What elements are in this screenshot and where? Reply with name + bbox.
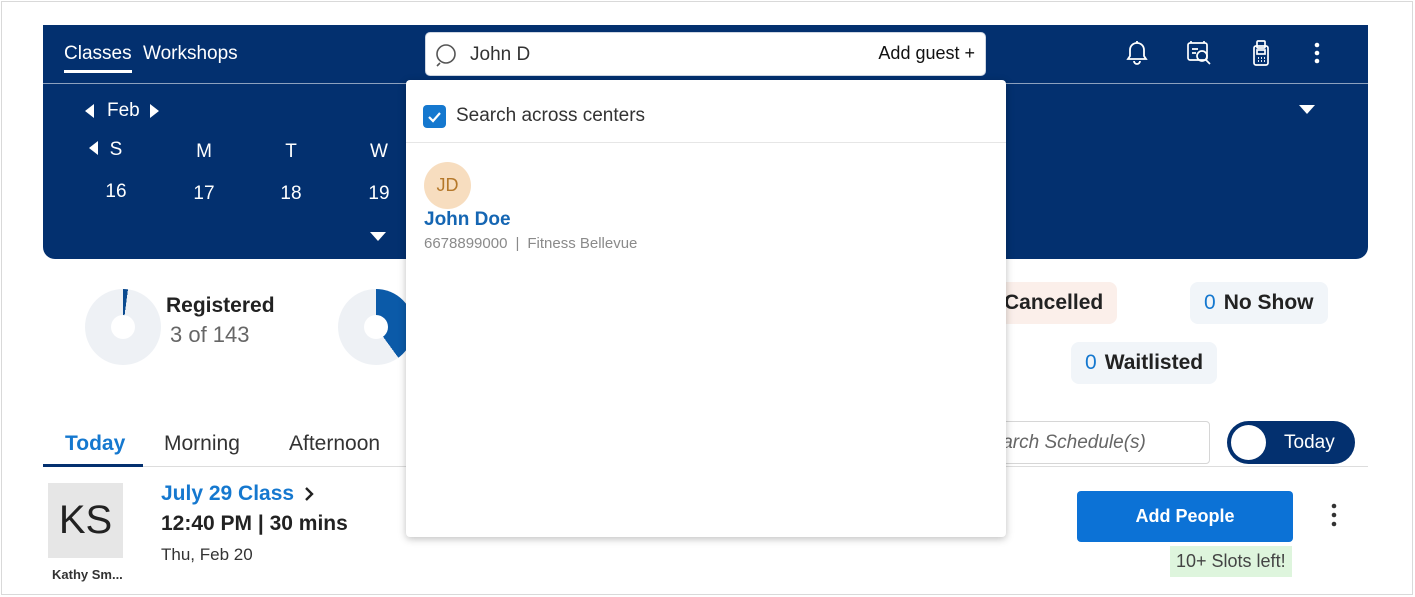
capacity-progress-ring [338,289,414,365]
day-of-week: W [370,141,388,162]
day-date: 19 [368,183,390,204]
result-meta: 6678899000 | Fitness Bellevue [424,235,637,252]
tab-morning[interactable]: Morning [164,432,240,456]
class-more-icon[interactable] [1331,503,1337,527]
day-column[interactable]: S 16 [96,135,136,203]
day-of-week: T [285,141,297,162]
search-icon [434,42,460,68]
cancelled-label: Cancelled [1004,291,1104,314]
no-show-pill[interactable]: 0 No Show [1190,282,1328,324]
tab-workshops[interactable]: Workshops [143,43,238,65]
expand-calendar-icon[interactable] [370,232,386,241]
result-phone: 6678899000 [424,235,508,252]
registered-progress-ring [85,289,161,365]
toggle-knob [1231,425,1266,460]
day-date: 17 [193,183,215,204]
tab-today[interactable]: Today [65,432,125,456]
client-search-box: Add guest + [425,32,986,76]
add-guest-button[interactable]: Add guest + [878,43,975,64]
meta-separator: | [515,235,520,252]
no-show-count: 0 [1204,291,1216,314]
tab-afternoon[interactable]: Afternoon [289,432,380,456]
tab-classes[interactable]: Classes [64,43,132,73]
no-show-label: No Show [1223,291,1314,314]
class-time: 12:40 PM | 30 mins [161,512,348,535]
day-column[interactable]: M 17 [184,137,224,205]
result-center: Fitness Bellevue [527,235,638,252]
day-column[interactable]: T 18 [271,137,311,205]
search-results-dropdown: Search across centers JD John Doe 667889… [406,80,1006,537]
day-column[interactable]: W 19 [359,137,399,205]
waitlisted-count: 0 [1085,351,1097,374]
waitlisted-label: Waitlisted [1104,351,1204,374]
next-month-arrow-icon[interactable] [150,104,159,118]
month-label: Feb [107,100,140,121]
instructor-avatar: KS [48,483,123,558]
cancelled-pill[interactable]: Cancelled [990,282,1118,324]
schedule-search-input[interactable] [979,431,1209,455]
instructor-name: Kathy Sm... [52,567,123,582]
registered-title: Registered [166,294,275,317]
active-tab-indicator [43,464,143,467]
result-name[interactable]: John Doe [424,209,511,231]
bell-icon[interactable] [1123,39,1151,67]
collapse-header-icon[interactable] [1299,105,1315,114]
search-scan-icon[interactable] [1185,39,1213,67]
prev-month-arrow-icon[interactable] [85,104,94,118]
waitlisted-pill[interactable]: 0 Waitlisted [1071,342,1218,384]
card-reader-icon[interactable] [1247,39,1275,67]
day-of-week: M [196,141,212,162]
day-date: 18 [280,183,302,204]
day-of-week: S [109,139,123,160]
avatar: JD [424,162,471,209]
chevron-right-icon[interactable] [302,486,316,502]
search-input[interactable] [470,42,830,68]
registered-count: 3 of 143 [170,322,250,347]
search-across-centers-checkbox[interactable] [423,105,446,128]
today-toggle[interactable]: Today [1227,421,1355,464]
class-date: Thu, Feb 20 [161,545,253,564]
toggle-label: Today [1284,432,1335,453]
search-across-centers-row: Search across centers [406,80,1006,143]
search-across-centers-label: Search across centers [456,105,646,126]
class-title-link[interactable]: July 29 Class [161,482,294,506]
add-people-button[interactable]: Add People [1077,491,1293,542]
more-vertical-icon[interactable] [1303,39,1331,67]
day-date: 16 [105,181,127,202]
slots-left-badge: 10+ Slots left! [1170,546,1292,577]
